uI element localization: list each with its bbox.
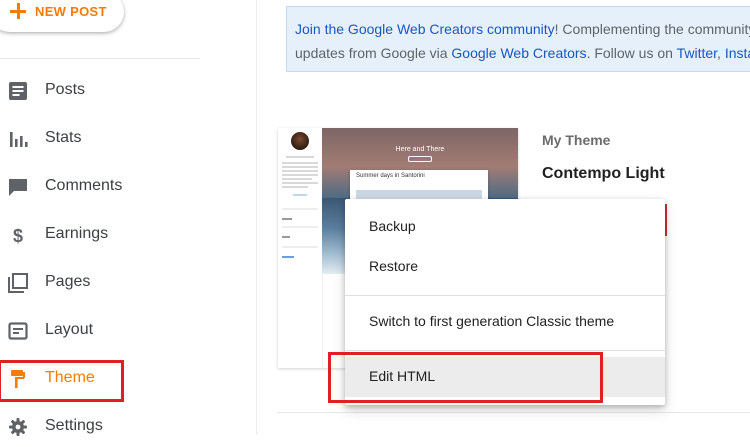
preview-button (293, 194, 307, 196)
sidebar-item-comments[interactable]: Comments (0, 167, 256, 207)
preview-text-line (282, 186, 308, 188)
banner-text: , (717, 45, 725, 61)
sidebar-item-stats[interactable]: Stats (0, 119, 256, 159)
sidebar-item-label: Comments (45, 177, 123, 194)
stats-icon (10, 132, 28, 147)
menu-item-label: Restore (369, 258, 419, 274)
instagram-link[interactable]: Insta (725, 45, 750, 61)
layout-icon (8, 322, 28, 340)
preview-text-line (282, 236, 290, 238)
sidebar-item-earnings[interactable]: $ Earnings (0, 215, 256, 255)
preview-divider (282, 246, 318, 248)
gear-icon (9, 418, 27, 436)
sidebar-item-settings[interactable]: Settings (0, 407, 256, 447)
sidebar-border (256, 0, 257, 435)
edit-html-highlight-box (328, 352, 603, 403)
preview-text-line (282, 178, 312, 180)
svg-text:$: $ (13, 226, 23, 245)
community-link[interactable]: Join the Google Web Creators community (295, 21, 555, 37)
preview-text-line (282, 218, 292, 220)
preview-hero-title: Here and There (395, 146, 445, 153)
preview-text-line (282, 162, 318, 164)
preview-divider (282, 226, 318, 228)
dollar-icon: $ (13, 226, 23, 245)
sidebar-item-label: Stats (45, 129, 82, 146)
sidebar-item-pages[interactable]: Pages (0, 263, 256, 303)
sidebar: NEW POST Posts Stats Comments $ Earnings (0, 0, 256, 436)
sidebar-item-label: Layout (45, 321, 94, 338)
preview-text-line (282, 174, 318, 176)
preview-text-line (282, 182, 318, 184)
menu-divider (345, 295, 665, 296)
new-post-button[interactable]: NEW POST (0, 0, 124, 32)
pages-icon (8, 273, 28, 293)
menu-divider (345, 350, 665, 351)
sidebar-item-label: Posts (45, 81, 86, 98)
preview-avatar (291, 132, 309, 150)
plus-icon (10, 3, 26, 19)
preview-text-line (282, 170, 318, 172)
preview-hero-button (408, 156, 432, 162)
menu-item-backup[interactable]: Backup (345, 207, 665, 247)
community-banner: Join the Google Web Creators community! … (286, 6, 750, 72)
banner-text: updates from Google via (295, 45, 452, 61)
comments-icon (9, 179, 27, 196)
preview-text-line (282, 166, 318, 168)
new-post-label: NEW POST (35, 4, 107, 19)
menu-item-switch-classic[interactable]: Switch to first generation Classic theme (345, 302, 665, 342)
sidebar-item-label: Earnings (45, 225, 109, 242)
banner-text: ! Complementing the community (554, 21, 750, 37)
content-divider (278, 412, 750, 413)
menu-item-restore[interactable]: Restore (345, 247, 665, 287)
web-creators-link[interactable]: Google Web Creators (451, 45, 586, 61)
preview-post-title: Summer days in Santorini (356, 173, 425, 179)
my-theme-label: My Theme (542, 132, 611, 148)
preview-text-line (282, 256, 294, 258)
posts-icon (9, 82, 27, 100)
sidebar-divider (0, 58, 200, 59)
theme-name: Contempo Light (542, 165, 665, 182)
twitter-link[interactable]: Twitter (677, 45, 717, 61)
theme-highlight-box (0, 360, 124, 402)
preview-text-line (286, 156, 314, 158)
menu-item-label: Backup (369, 218, 416, 234)
sidebar-item-label: Pages (45, 273, 91, 290)
preview-divider (282, 208, 318, 210)
banner-text: . Follow us on (586, 45, 677, 61)
sidebar-item-layout[interactable]: Layout (0, 311, 256, 351)
sidebar-item-label: Settings (45, 417, 103, 434)
menu-item-label: Switch to first generation Classic theme (369, 313, 615, 329)
preview-sidebar (278, 128, 323, 368)
sidebar-item-posts[interactable]: Posts (0, 71, 256, 111)
